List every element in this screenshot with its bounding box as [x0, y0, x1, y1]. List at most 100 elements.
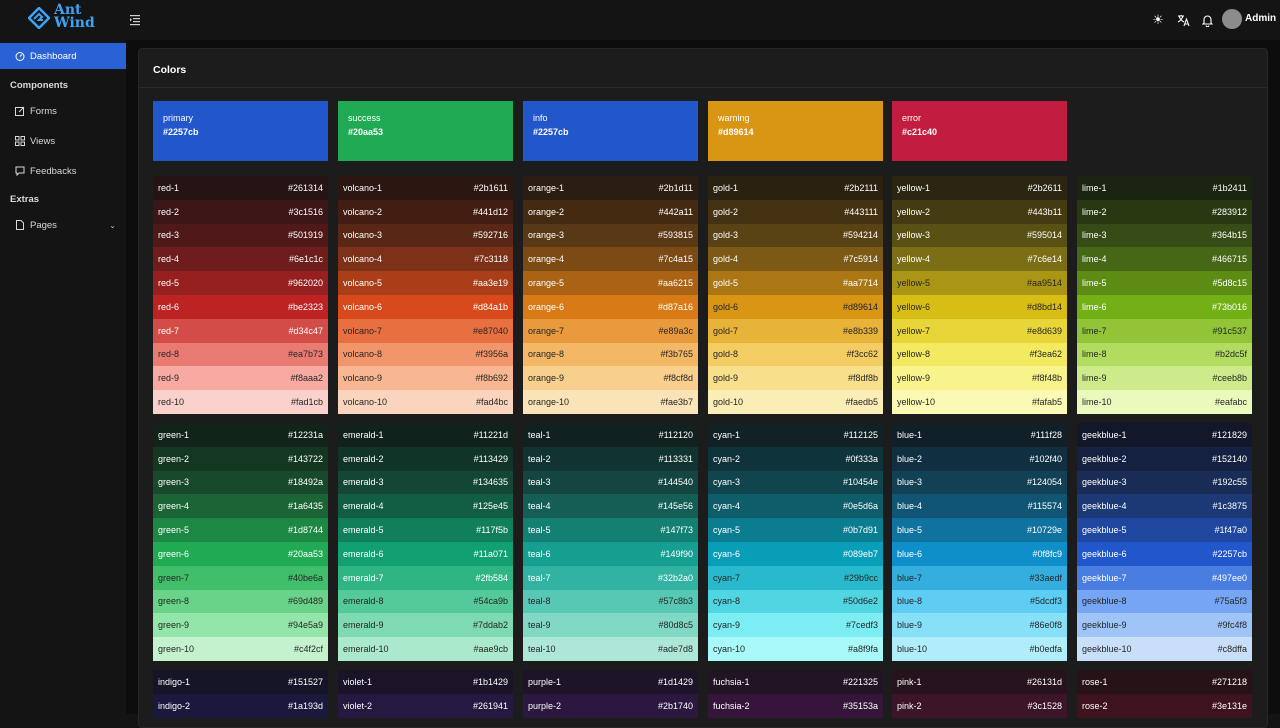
color-swatch[interactable]: green-5 #1d8744	[153, 518, 328, 542]
color-swatch[interactable]: red-10 #fad1cb	[153, 390, 328, 414]
color-swatch[interactable]: blue-10 #b0edfa	[892, 637, 1067, 661]
color-swatch[interactable]: orange-6 #d87a16	[523, 294, 698, 319]
color-swatch[interactable]: teal-10 #ade7d8	[523, 637, 698, 661]
color-swatch[interactable]: cyan-3 #10454e	[708, 470, 883, 495]
color-swatch[interactable]: green-6 #20aa53	[153, 541, 328, 566]
color-swatch[interactable]: cyan-8 #50d6e2	[708, 589, 883, 614]
color-swatch[interactable]: yellow-10 #fafab5	[892, 390, 1067, 414]
color-swatch[interactable]: gold-3 #594214	[708, 223, 883, 248]
color-swatch[interactable]: blue-3 #124054	[892, 470, 1067, 495]
color-swatch[interactable]: teal-2 #113331	[523, 446, 698, 471]
color-swatch[interactable]: blue-5 #10729e	[892, 518, 1067, 542]
color-swatch[interactable]: orange-10 #fae3b7	[523, 390, 698, 414]
app-logo[interactable]: Ant Wind	[28, 3, 100, 34]
color-swatch[interactable]: cyan-4 #0e5d6a	[708, 494, 883, 519]
color-swatch[interactable]: volcano-6 #d84a1b	[338, 294, 513, 319]
color-swatch[interactable]: yellow-2 #443b11	[892, 199, 1067, 224]
color-swatch[interactable]: geekblue-1 #121829	[1077, 423, 1252, 447]
color-swatch[interactable]: yellow-4 #7c6e14	[892, 247, 1067, 272]
color-swatch[interactable]: geekblue-7 #497ee0	[1077, 565, 1252, 590]
color-swatch[interactable]: geekblue-8 #75a5f3	[1077, 589, 1252, 614]
color-swatch[interactable]: gold-1 #2b2111	[708, 176, 883, 200]
color-swatch[interactable]: red-6 #be2323	[153, 294, 328, 319]
color-swatch[interactable]: emerald-10 #aae9cb	[338, 637, 513, 661]
color-swatch[interactable]: red-4 #6e1c1c	[153, 247, 328, 272]
color-swatch[interactable]: lime-5 #5d8c15	[1077, 271, 1252, 295]
color-swatch[interactable]: red-7 #d34c47	[153, 318, 328, 343]
color-swatch[interactable]: blue-8 #5dcdf3	[892, 589, 1067, 614]
color-swatch[interactable]: gold-9 #f8df8b	[708, 366, 883, 391]
color-swatch[interactable]: rose-1 #271218	[1077, 670, 1252, 694]
color-swatch[interactable]: blue-7 #33aedf	[892, 565, 1067, 590]
color-swatch[interactable]: yellow-1 #2b2611	[892, 176, 1067, 200]
color-swatch[interactable]: lime-8 #b2dc5f	[1077, 342, 1252, 367]
color-swatch[interactable]: cyan-10 #a8f9fa	[708, 637, 883, 661]
color-swatch[interactable]: blue-4 #115574	[892, 494, 1067, 519]
color-swatch[interactable]: red-5 #962020	[153, 271, 328, 295]
color-swatch[interactable]: blue-1 #111f28	[892, 423, 1067, 447]
color-swatch[interactable]: green-7 #40be6a	[153, 565, 328, 590]
color-swatch[interactable]: yellow-8 #f3ea62	[892, 342, 1067, 367]
color-swatch[interactable]: lime-9 #ceeb8b	[1077, 366, 1252, 391]
color-swatch[interactable]: volcano-9 #f8b692	[338, 366, 513, 391]
color-swatch[interactable]: rose-2 #3e131e	[1077, 693, 1252, 718]
color-swatch[interactable]: violet-1 #1b1429	[338, 670, 513, 694]
color-swatch[interactable]: gold-6 #d89614	[708, 294, 883, 319]
color-swatch[interactable]: cyan-2 #0f333a	[708, 446, 883, 471]
color-swatch[interactable]: geekblue-5 #1f47a0	[1077, 518, 1252, 542]
translate-icon[interactable]	[1175, 12, 1191, 28]
avatar[interactable]	[1222, 9, 1242, 29]
color-swatch[interactable]: lime-4 #466715	[1077, 247, 1252, 272]
color-swatch[interactable]: lime-2 #283912	[1077, 199, 1252, 224]
color-swatch[interactable]: orange-1 #2b1d11	[523, 176, 698, 200]
color-swatch[interactable]: yellow-7 #e8d639	[892, 318, 1067, 343]
color-swatch[interactable]: indigo-2 #1a193d	[153, 693, 328, 718]
color-swatch[interactable]: emerald-4 #125e45	[338, 494, 513, 519]
color-swatch[interactable]: emerald-5 #117f5b	[338, 518, 513, 542]
color-swatch[interactable]: volcano-3 #592716	[338, 223, 513, 248]
color-swatch[interactable]: green-2 #143722	[153, 446, 328, 471]
color-swatch[interactable]: gold-2 #443111	[708, 199, 883, 224]
color-swatch[interactable]: emerald-6 #11a071	[338, 541, 513, 566]
color-swatch[interactable]: fuchsia-1 #221325	[708, 670, 883, 694]
sidebar-item-feedbacks[interactable]: Feedbacks	[0, 158, 126, 184]
color-swatch[interactable]: pink-1 #26131d	[892, 670, 1067, 694]
color-swatch[interactable]: orange-3 #593815	[523, 223, 698, 248]
color-swatch[interactable]: teal-6 #149f90	[523, 541, 698, 566]
color-swatch[interactable]: cyan-5 #0b7d91	[708, 518, 883, 542]
color-swatch[interactable]: blue-2 #102f40	[892, 446, 1067, 471]
color-swatch[interactable]: green-8 #69d489	[153, 589, 328, 614]
color-swatch[interactable]: volcano-2 #441d12	[338, 199, 513, 224]
color-swatch[interactable]: cyan-6 #089eb7	[708, 541, 883, 566]
color-swatch[interactable]: pink-2 #3c1528	[892, 693, 1067, 718]
color-swatch[interactable]: yellow-6 #d8bd14	[892, 294, 1067, 319]
color-swatch[interactable]: orange-9 #f8cf8d	[523, 366, 698, 391]
color-swatch[interactable]: emerald-9 #7ddab2	[338, 613, 513, 638]
color-swatch[interactable]: geekblue-9 #9fc4f8	[1077, 613, 1252, 638]
color-swatch[interactable]: red-9 #f8aaa2	[153, 366, 328, 391]
color-swatch[interactable]: lime-7 #91c537	[1077, 318, 1252, 343]
color-swatch[interactable]: gold-5 #aa7714	[708, 271, 883, 295]
color-swatch[interactable]: geekblue-6 #2257cb	[1077, 541, 1252, 566]
color-swatch[interactable]: emerald-1 #11221d	[338, 423, 513, 447]
color-swatch[interactable]: green-1 #12231a	[153, 423, 328, 447]
color-swatch[interactable]: geekblue-4 #1c3875	[1077, 494, 1252, 519]
sidebar-item-forms[interactable]: Forms	[0, 98, 126, 124]
color-swatch[interactable]: fuchsia-2 #35153a	[708, 693, 883, 718]
sidebar-item-dashboard[interactable]: Dashboard	[0, 43, 126, 69]
color-swatch[interactable]: emerald-7 #2fb584	[338, 565, 513, 590]
color-swatch[interactable]: volcano-5 #aa3e19	[338, 271, 513, 295]
sun-icon[interactable]: ☀	[1150, 12, 1166, 28]
color-swatch[interactable]: blue-6 #0f8fc9	[892, 541, 1067, 566]
color-swatch[interactable]: volcano-4 #7c3118	[338, 247, 513, 272]
menu-toggle-icon[interactable]	[130, 13, 142, 27]
color-swatch[interactable]: lime-10 #eafabc	[1077, 390, 1252, 414]
color-swatch[interactable]: teal-4 #145e56	[523, 494, 698, 519]
color-swatch[interactable]: orange-4 #7c4a15	[523, 247, 698, 272]
color-swatch[interactable]: green-3 #18492a	[153, 470, 328, 495]
color-swatch[interactable]: volcano-8 #f3956a	[338, 342, 513, 367]
color-swatch[interactable]: yellow-3 #595014	[892, 223, 1067, 248]
color-swatch[interactable]: red-1 #261314	[153, 176, 328, 200]
color-swatch[interactable]: lime-6 #73b016	[1077, 294, 1252, 319]
color-swatch[interactable]: cyan-1 #112125	[708, 423, 883, 447]
